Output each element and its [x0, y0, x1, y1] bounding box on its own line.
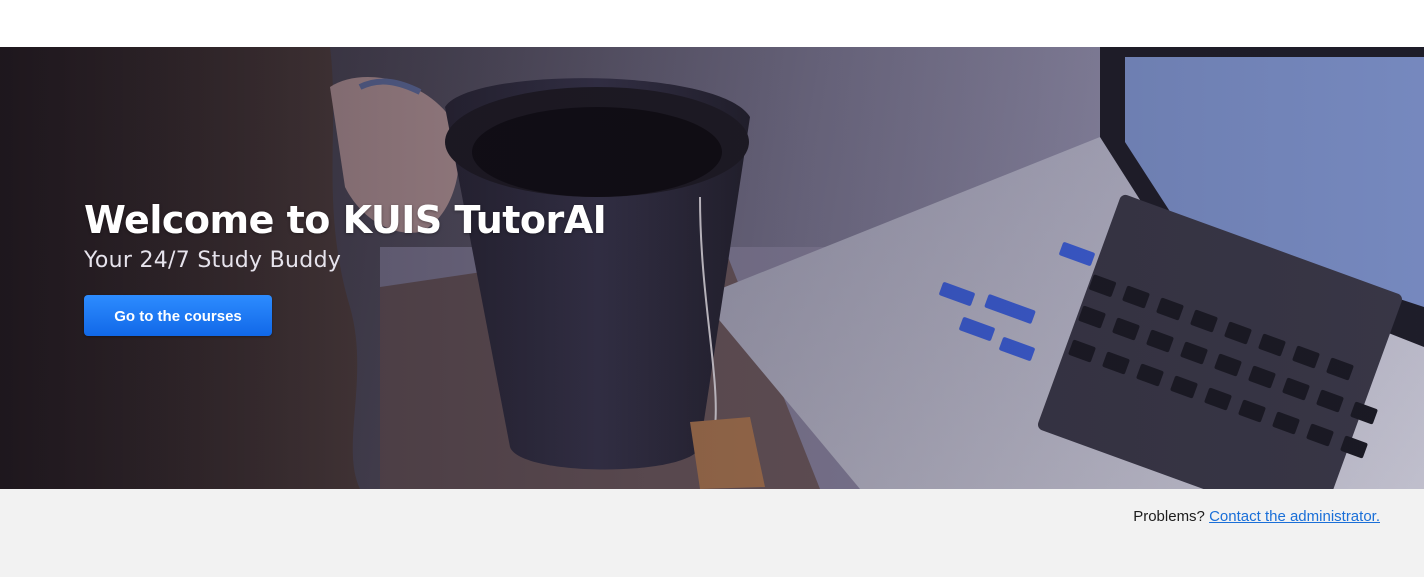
- footer-problems-line: Problems? Contact the administrator.: [1133, 508, 1380, 525]
- go-to-courses-button[interactable]: Go to the courses: [84, 295, 272, 336]
- hero-content: Welcome to KUIS TutorAI Your 24/7 Study …: [84, 197, 607, 336]
- page: Welcome to KUIS TutorAI Your 24/7 Study …: [0, 0, 1424, 577]
- contact-administrator-link[interactable]: Contact the administrator.: [1209, 508, 1380, 525]
- footer: Problems? Contact the administrator.: [0, 489, 1424, 577]
- hero-banner: Welcome to KUIS TutorAI Your 24/7 Study …: [0, 47, 1424, 489]
- top-bar: [0, 0, 1424, 47]
- hero-subtitle: Your 24/7 Study Buddy: [84, 248, 342, 273]
- problems-text: Problems?: [1133, 508, 1210, 525]
- hero-title: Welcome to KUIS TutorAI: [84, 198, 607, 242]
